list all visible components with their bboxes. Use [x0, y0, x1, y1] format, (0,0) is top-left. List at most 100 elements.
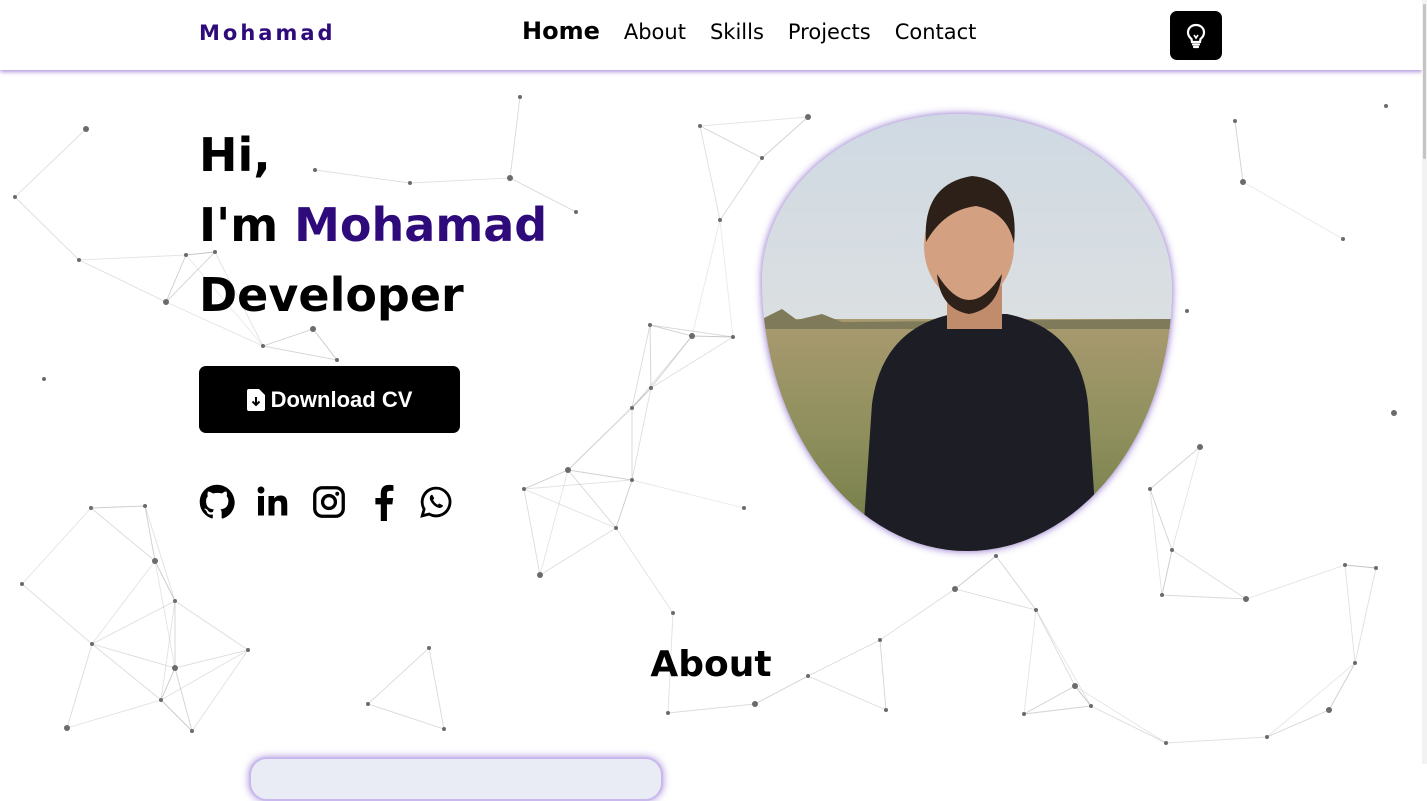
network-node [614, 526, 618, 530]
network-node [649, 386, 653, 390]
network-line [631, 387, 652, 481]
nav-skills[interactable]: Skills [710, 20, 764, 44]
download-cv-label: Download CV [270, 386, 413, 412]
network-node [1240, 179, 1246, 185]
linkedin-icon[interactable] [255, 484, 291, 520]
network-node [994, 554, 998, 558]
network-node [648, 323, 652, 327]
network-line [649, 324, 652, 389]
network-line [1171, 446, 1201, 551]
lightbulb-icon [1186, 23, 1206, 48]
network-node [698, 124, 702, 128]
file-download-icon [246, 388, 265, 411]
site-logo[interactable]: Mohamad [199, 21, 336, 45]
instagram-icon[interactable] [311, 484, 347, 520]
network-node [1265, 735, 1269, 739]
network-line [1149, 446, 1201, 490]
network-line [699, 125, 763, 159]
network-line [1245, 564, 1346, 600]
network-node [1164, 741, 1168, 745]
hero-name: Mohamad [294, 198, 548, 252]
network-node [760, 156, 764, 160]
network-line [631, 479, 745, 509]
network-line [523, 488, 617, 529]
network-node [689, 333, 695, 339]
network-line [631, 324, 651, 409]
network-node [1374, 566, 1378, 570]
network-line [14, 196, 80, 261]
nav-contact[interactable]: Contact [895, 20, 977, 44]
network-node [630, 406, 634, 410]
network-node [1197, 444, 1203, 450]
network-node [666, 711, 670, 715]
network-node [173, 599, 177, 603]
network-node [13, 195, 17, 199]
network-line [14, 128, 87, 198]
page-scrollbar[interactable] [1422, 0, 1427, 764]
network-node [1384, 104, 1388, 108]
nav-home[interactable]: Home [522, 17, 600, 45]
network-line [1161, 549, 1173, 596]
navbar: Mohamad Home About Skills Projects Conta… [0, 0, 1422, 70]
network-line [954, 555, 997, 590]
nav-projects[interactable]: Projects [788, 20, 871, 44]
network-node [1233, 119, 1237, 123]
nav-menu: Home About Skills Projects Contact [522, 17, 1000, 45]
network-line [91, 560, 156, 645]
hero-intro: I'm Mohamad [199, 190, 547, 260]
network-line [719, 219, 734, 338]
network-line [154, 560, 176, 602]
network-node [718, 218, 722, 222]
network-line [699, 116, 809, 127]
hero-intro-prefix: I'm [199, 198, 295, 252]
network-node [442, 727, 446, 731]
network-line [160, 699, 193, 732]
network-line [1074, 685, 1167, 744]
network-line [21, 507, 92, 585]
network-node [64, 725, 70, 731]
network-node [190, 729, 194, 733]
network-node [1326, 707, 1332, 713]
network-line [539, 527, 617, 576]
network-node [1341, 237, 1345, 241]
network-node [1185, 309, 1189, 313]
scrollbar-thumb[interactable] [1423, 4, 1426, 159]
network-line [691, 219, 721, 337]
network-line [78, 254, 187, 261]
network-line [90, 505, 146, 509]
network-node [671, 611, 675, 615]
network-node [20, 582, 24, 586]
network-node [1160, 593, 1164, 597]
network-node [83, 126, 89, 132]
network-node [159, 698, 163, 702]
network-line [615, 479, 633, 529]
network-node [574, 210, 578, 214]
network-node [537, 572, 543, 578]
facebook-icon[interactable] [367, 483, 399, 521]
network-node [1022, 712, 1026, 716]
network-line [567, 407, 633, 471]
network-line [761, 116, 809, 159]
network-line [90, 507, 156, 562]
github-icon[interactable] [199, 484, 235, 520]
theme-toggle-button[interactable] [1170, 11, 1222, 60]
network-line [523, 479, 633, 490]
network-line [995, 555, 1037, 611]
network-node [366, 702, 370, 706]
network-node [152, 558, 158, 564]
network-line [1023, 705, 1092, 715]
network-line [174, 600, 249, 651]
network-line [367, 703, 445, 730]
network-line [78, 259, 167, 303]
download-cv-button[interactable]: Download CV [199, 366, 460, 433]
network-line [1074, 685, 1092, 707]
network-line [165, 254, 187, 303]
network-line [1023, 685, 1076, 715]
network-node [1034, 608, 1038, 612]
network-node [884, 708, 888, 712]
nav-about[interactable]: About [624, 20, 686, 44]
network-node [42, 377, 46, 381]
network-node [163, 299, 169, 305]
network-line [262, 328, 314, 347]
whatsapp-icon[interactable] [419, 485, 453, 519]
